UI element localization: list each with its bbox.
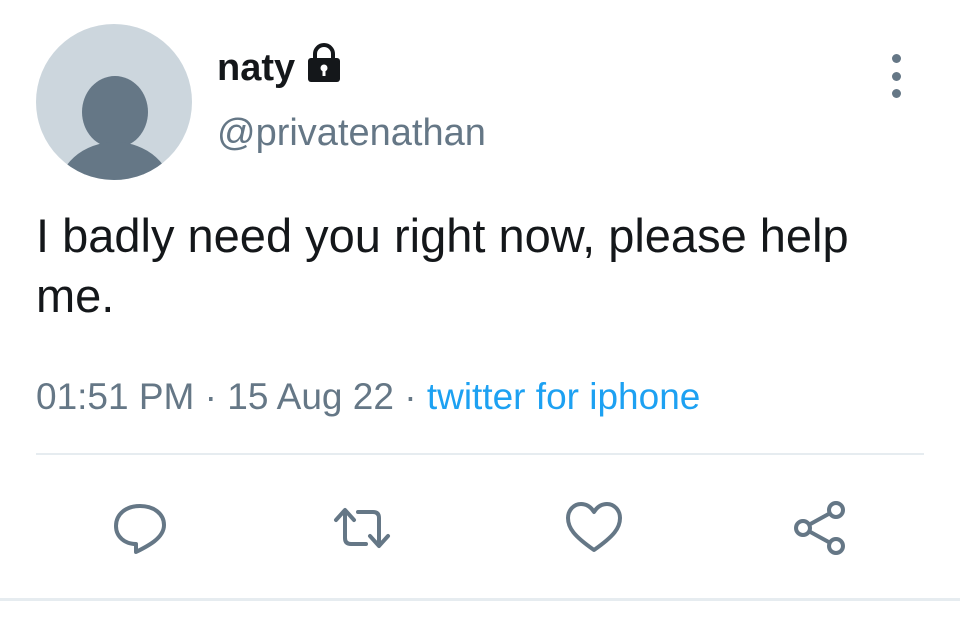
lock-icon (308, 43, 341, 82)
tweet-meta: 01:51 PM · 15 Aug 22 · twitter for iphon… (36, 372, 700, 422)
meta-separator: · (204, 376, 217, 417)
reply-icon (114, 504, 166, 554)
user-handle[interactable]: @privatenathan (217, 108, 486, 158)
user-name-row: naty (217, 40, 345, 96)
more-dot-icon (891, 89, 901, 98)
tweet-card: naty @privatenathan I badly need you rig… (0, 0, 960, 618)
more-dot-icon (891, 54, 901, 63)
meta-separator: · (404, 376, 417, 417)
divider (36, 453, 924, 455)
divider-bottom (0, 598, 960, 601)
more-dot-icon (891, 71, 901, 81)
retweet-button[interactable] (332, 498, 392, 558)
retweet-icon (334, 508, 390, 548)
tweet-date[interactable]: 15 Aug 22 (227, 376, 394, 417)
like-button[interactable] (564, 498, 624, 558)
tweet-text: I badly need you right now, please help … (36, 209, 849, 322)
share-icon (794, 501, 845, 555)
avatar[interactable] (36, 24, 192, 180)
reply-button[interactable] (110, 498, 170, 558)
tweet-time[interactable]: 01:51 PM (36, 376, 194, 417)
default-profile-icon (59, 76, 171, 180)
tweet-source-link[interactable]: twitter for iphone (427, 376, 701, 417)
display-name[interactable]: naty (217, 40, 295, 96)
share-button[interactable] (790, 498, 850, 558)
heart-icon (566, 502, 622, 552)
more-options-button[interactable] (878, 54, 914, 98)
